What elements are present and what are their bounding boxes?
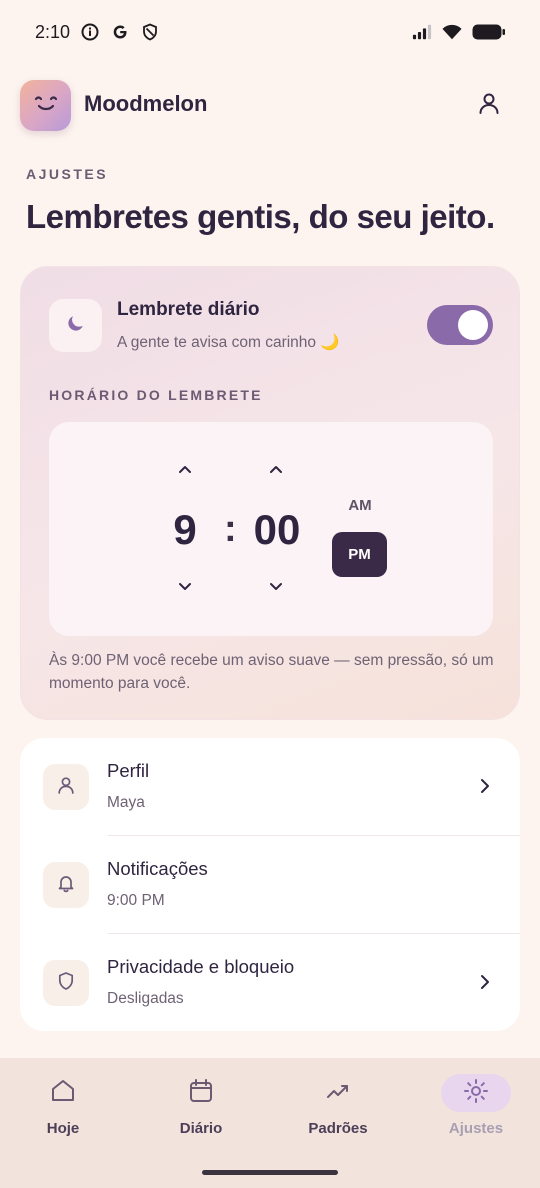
- minute-value[interactable]: 00: [247, 506, 307, 554]
- nav-label: Diário: [179, 1120, 223, 1137]
- nav-icon-wrap: [303, 1074, 373, 1112]
- app-name: Moodmelon: [84, 91, 208, 116]
- signal-icon: [412, 22, 432, 42]
- settings-row-profile[interactable]: Perfil Maya: [20, 738, 520, 836]
- profile-button[interactable]: [474, 90, 504, 120]
- shield-icon: [56, 971, 76, 996]
- status-bar: 2:10: [0, 0, 540, 64]
- battery-icon: [472, 22, 506, 42]
- calendar-icon: [188, 1078, 214, 1109]
- home-icon: [50, 1078, 76, 1109]
- row-subtitle: Maya: [107, 794, 145, 811]
- time-label: HORÁRIO DO LEMBRETE: [49, 387, 263, 403]
- am-button[interactable]: AM: [333, 494, 387, 518]
- status-icons-left: [80, 22, 160, 42]
- user-icon: [56, 775, 76, 800]
- nav-icon-wrap: [28, 1074, 98, 1112]
- wifi-icon: [442, 22, 462, 42]
- nav-item-hoje[interactable]: Hoje: [8, 1072, 118, 1152]
- minute-up-button[interactable]: [267, 460, 285, 478]
- row-icon-tile: [43, 862, 89, 908]
- shield-icon: [140, 22, 160, 42]
- trend-icon: [325, 1078, 351, 1109]
- hour-up-button[interactable]: [176, 460, 194, 478]
- settings-row-notifications[interactable]: Notificações 9:00 PM: [20, 836, 520, 934]
- reminder-title: Lembrete diário: [117, 299, 260, 320]
- row-icon-tile: [43, 764, 89, 810]
- bell-icon: [56, 873, 76, 898]
- nav-item-padroes[interactable]: Padrões: [283, 1072, 393, 1152]
- settings-list: Perfil Maya Notificações 9:00 PM Privaci…: [20, 738, 520, 1031]
- status-icons-right: [412, 22, 506, 42]
- reminder-toggle[interactable]: [427, 305, 493, 345]
- row-subtitle: 9:00 PM: [107, 892, 165, 909]
- pm-button[interactable]: PM: [332, 532, 387, 577]
- settings-row-privacy[interactable]: Privacidade e bloqueio Desligadas: [20, 934, 520, 1032]
- bottom-nav: Hoje Diário Padrões Ajustes: [0, 1058, 540, 1188]
- section-label: AJUSTES: [26, 166, 109, 182]
- minute-down-button[interactable]: [267, 578, 285, 596]
- time-picker: 9 : 00 AM PM: [49, 422, 493, 636]
- nav-item-diario[interactable]: Diário: [146, 1072, 256, 1152]
- nav-label: Ajustes: [448, 1120, 504, 1137]
- time-separator: :: [224, 508, 237, 550]
- sun-icon: [463, 1078, 489, 1109]
- chevron-right-icon: [476, 776, 494, 796]
- row-title: Privacidade e bloqueio: [107, 956, 295, 977]
- hour-value[interactable]: 9: [165, 506, 205, 554]
- smile-face-icon: [31, 92, 61, 119]
- status-time: 2:10: [35, 22, 71, 42]
- nav-item-ajustes[interactable]: Ajustes: [421, 1072, 531, 1152]
- hour-down-button[interactable]: [176, 578, 194, 596]
- user-icon: [477, 91, 501, 120]
- row-title: Notificações: [107, 858, 208, 879]
- page-title: Lembretes gentis, do seu jeito.: [26, 198, 495, 235]
- reminder-note: Às 9:00 PM você recebe um aviso suave — …: [49, 652, 494, 692]
- moon-tile: [49, 299, 102, 352]
- nav-label: Padrões: [308, 1120, 368, 1137]
- moon-icon: [65, 312, 87, 339]
- reminder-card: Lembrete diário A gente te avisa com car…: [20, 266, 520, 720]
- row-title: Perfil: [107, 760, 150, 781]
- nav-icon-wrap: [441, 1074, 511, 1112]
- toggle-knob: [458, 310, 488, 340]
- chevron-right-icon: [476, 972, 494, 992]
- nav-icon-wrap: [166, 1074, 236, 1112]
- row-subtitle: Desligadas: [107, 990, 184, 1007]
- nav-label: Hoje: [46, 1120, 80, 1137]
- info-icon: [80, 22, 100, 42]
- app-logo: [20, 80, 71, 131]
- home-indicator[interactable]: [202, 1170, 338, 1175]
- google-icon: [110, 22, 130, 42]
- reminder-subtitle: A gente te avisa com carinho 🌙: [117, 334, 340, 351]
- row-icon-tile: [43, 960, 89, 1006]
